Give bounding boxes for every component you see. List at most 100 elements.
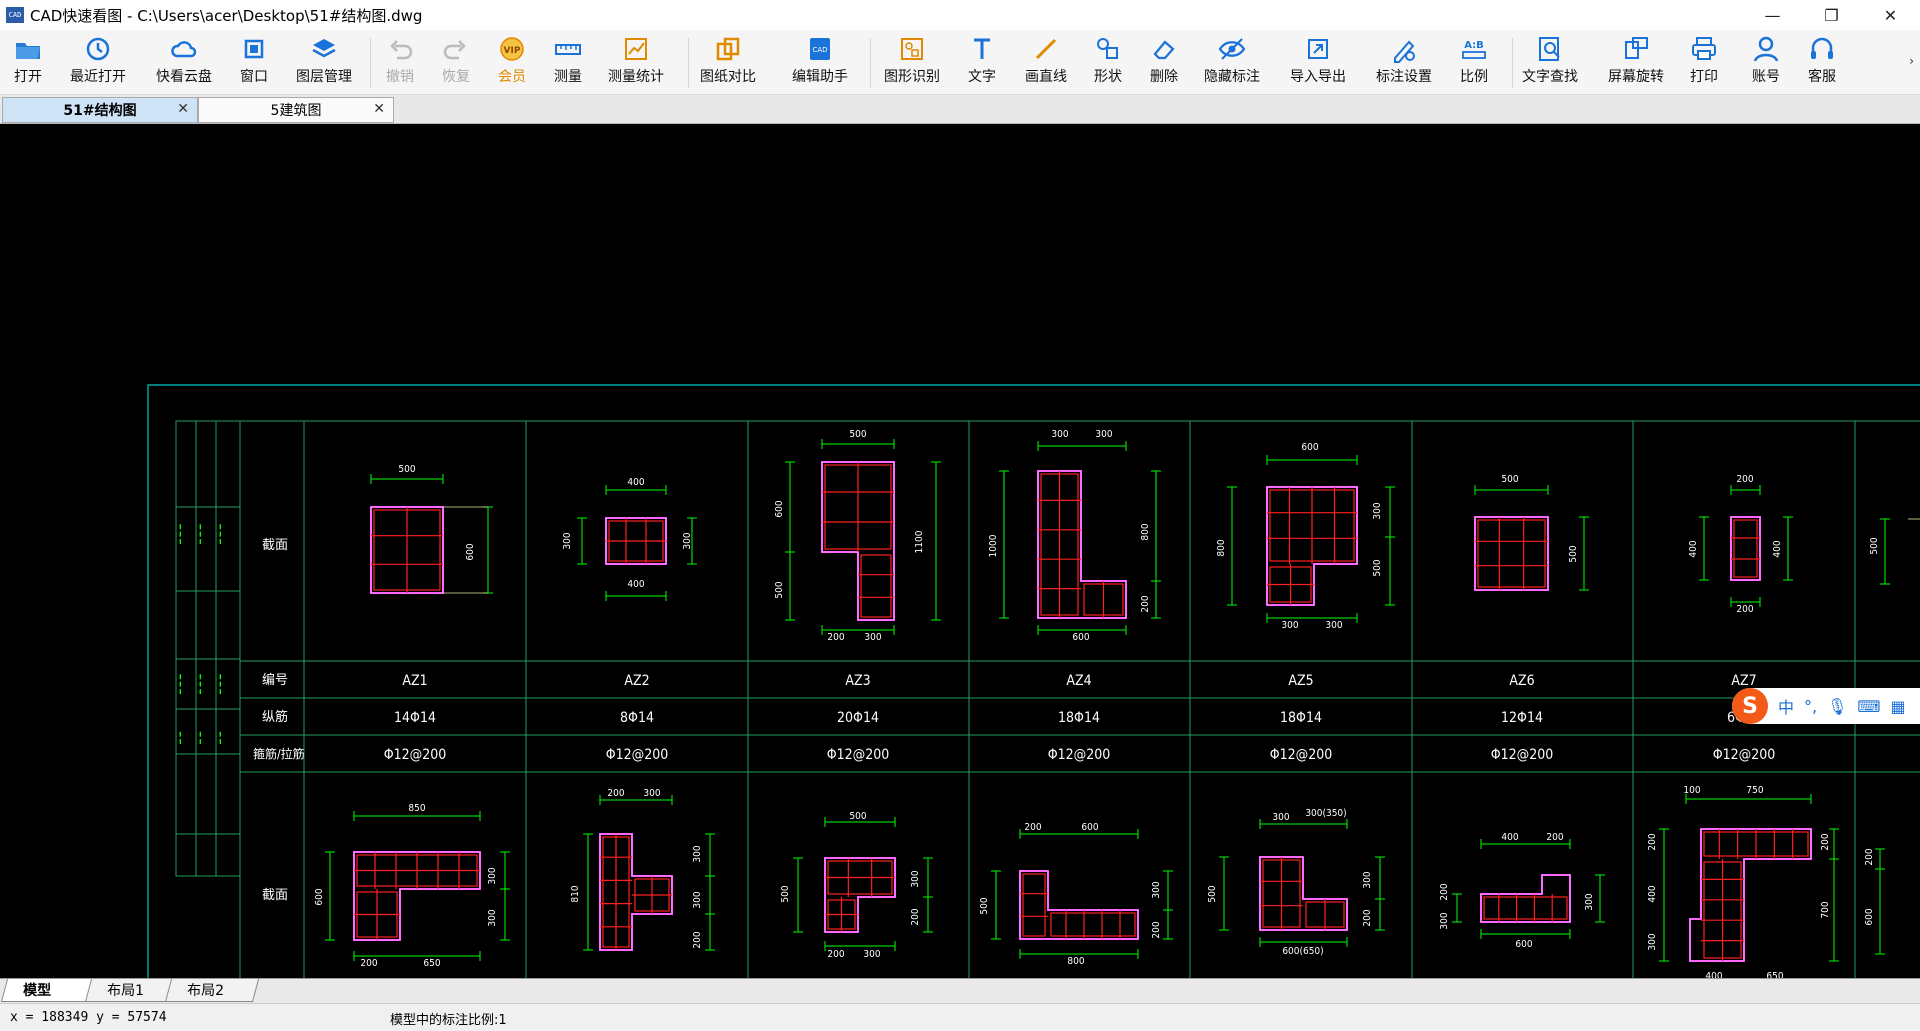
window-title: CAD快速看图 - C:\Users\acer\Desktop\51#结构图.d… [30,6,423,25]
cloud-icon [171,41,197,58]
compare-icon [716,37,740,61]
svg-text:━ ━: ━ ━ [216,732,225,745]
status-bar: x = 188349 y = 57574 模型中的标注比例:1 [0,1003,1920,1031]
toolbar-annotation-settings-button[interactable]: 标注设置 [1376,34,1432,90]
section-r2c2 [599,833,673,951]
close-window-button[interactable]: ✕ [1861,0,1920,30]
dim-label: 700 [1820,901,1831,918]
rebar-grid [354,852,480,889]
toolbar-label: 文字 [968,69,996,85]
dim-label: 500 [979,897,990,914]
toolbar-redo-button[interactable]: 恢复 [428,34,484,90]
cad-drawing: ━ ━ ━ ━ ━ ━ ━ ━ ━ ━ ━ ━ ━ ━ ━ ━ ━ ━ ━ ━ … [147,384,1920,978]
dimension-line [1385,486,1395,538]
grid-icon[interactable]: ▦ [1891,697,1906,716]
toolbar-label: 最近打开 [70,69,126,85]
doc-tab-5-architecture[interactable]: 5建筑图 ✕ [198,97,394,123]
toolbar-history-button[interactable]: 最近打开 [70,34,126,90]
toolbar-line-button[interactable]: 画直线 [1018,34,1074,90]
cursor-coordinates: x = 188349 y = 57574 [10,1010,167,1025]
toolbar-shape-recognize-button[interactable]: 图形识别 [884,34,940,90]
toolbar-text-button[interactable]: 文字 [954,34,1010,90]
drawing-canvas[interactable]: ━ ━ ━ ━ ━ ━ ━ ━ ━ ━ ━ ━ ━ ━ ━ ━ ━ ━ ━ ━ … [0,124,1920,978]
toolbar-headset-button[interactable]: 客服 [1794,34,1850,90]
dim-label: 400 [1501,832,1518,843]
toolbar-layers-button[interactable]: 图层管理 [296,34,352,90]
toolbar-separator [688,38,689,88]
dim-label: 300 [1584,893,1595,910]
rebar-grid [1267,487,1357,564]
section-az6 [1474,516,1549,591]
toolbar-user-button[interactable]: 账号 [1738,34,1794,90]
stirrup-spec: Φ12@200 [1270,747,1333,763]
toolbar-label: 会员 [498,69,526,85]
keyboard-icon[interactable]: ⌨ [1857,697,1880,716]
dimension-line [931,461,941,621]
dim-label: 800 [1216,539,1227,556]
doc-tab-51-structure[interactable]: 51#结构图 ✕ [2,97,198,123]
toolbar-more-button[interactable]: › [1909,54,1914,68]
dimension-line [1452,893,1462,923]
undo-icon [390,40,413,60]
dim-label: 400 [627,477,644,488]
close-tab-icon[interactable]: ✕ [373,101,385,117]
toolbar-ruler-button[interactable]: 测量 [540,34,596,90]
toolbar-import-export-button[interactable]: 导入导出 [1290,34,1346,90]
restore-button[interactable]: ❐ [1802,0,1861,30]
dim-label: 300 [1272,812,1289,823]
doc-tab-label: 5建筑图 [270,103,322,119]
toolbar-label: 快看云盘 [156,69,212,85]
toolbar-label: 账号 [1752,69,1780,85]
svg-text:━ ━ ━: ━ ━ ━ [216,524,225,545]
vip-icon: VIP [500,37,524,61]
toolbar-folder-open-button[interactable]: 打开 [0,34,56,90]
dimension-line [605,591,667,601]
toolbar-rotate-screen-button[interactable]: 屏幕旋转 [1608,34,1664,90]
toolbar-label: 撤销 [386,69,414,85]
eye-hide-icon [1218,38,1246,60]
longitudinal-rebar: 18Φ14 [1058,710,1100,726]
folder-open-icon [16,43,40,59]
toolbar-chart-button[interactable]: 测量统计 [608,34,664,90]
toolbar-edit-cad-button[interactable]: CAD 编辑助手 [792,34,848,90]
dim-label: 1100 [914,530,925,553]
dimension-line [500,888,510,941]
toolbar-text-search-button[interactable]: 文字查找 [1522,34,1578,90]
dim-label: 300 [1095,429,1112,440]
toolbar-printer-button[interactable]: 打印 [1676,34,1732,90]
toolbar-undo-button[interactable]: 撤销 [372,34,428,90]
ime-punct-toggle[interactable]: °, [1804,697,1817,716]
ime-toolbar[interactable]: S 中 °, 🎙 ⌨ ▦ [1732,688,1920,724]
toolbar-scale-ab-button[interactable]: A:B 比例 [1446,34,1502,90]
sogou-logo-icon[interactable]: S [1732,688,1768,724]
dim-label: 300 [1439,912,1450,929]
dimension-line [1163,870,1173,911]
rebar-grid [1731,519,1760,578]
toolbar-window-button[interactable]: 窗口 [226,34,282,90]
dim-label: 750 [1746,785,1763,796]
layout-tab-2[interactable]: 布局2 [164,979,260,1002]
dimension-line [1579,516,1589,591]
dimension-line [1151,580,1161,619]
toolbar-eye-hide-button[interactable]: 隐藏标注 [1204,34,1260,90]
headset-icon [1811,37,1833,59]
toolbar-shapes-button[interactable]: 形状 [1080,34,1136,90]
dimension-line [785,551,795,621]
toolbar-eraser-button[interactable]: 删除 [1136,34,1192,90]
toolbar-cloud-button[interactable]: 快看云盘 [156,34,212,90]
toolbar-vip-button[interactable]: VIP 会员 [484,34,540,90]
toolbar-label: 恢复 [442,69,470,85]
close-tab-icon[interactable]: ✕ [177,101,189,117]
toolbar-label: 屏幕旋转 [1608,69,1664,85]
dimension-line [1595,874,1605,923]
rotate-screen-icon [1625,37,1648,59]
layout-tab-model[interactable]: 模型 [0,979,96,1002]
dim-label: 200 [1736,474,1753,485]
microphone-icon[interactable]: 🎙 [1827,697,1847,716]
minimize-button[interactable]: — [1743,0,1802,30]
dim-label: 500 [1372,559,1383,576]
stirrup-spec: Φ12@200 [1491,747,1554,763]
toolbar-compare-button[interactable]: 图纸对比 [700,34,756,90]
ime-mode-toggle[interactable]: 中 [1778,694,1794,718]
svg-text:VIP: VIP [504,46,521,56]
